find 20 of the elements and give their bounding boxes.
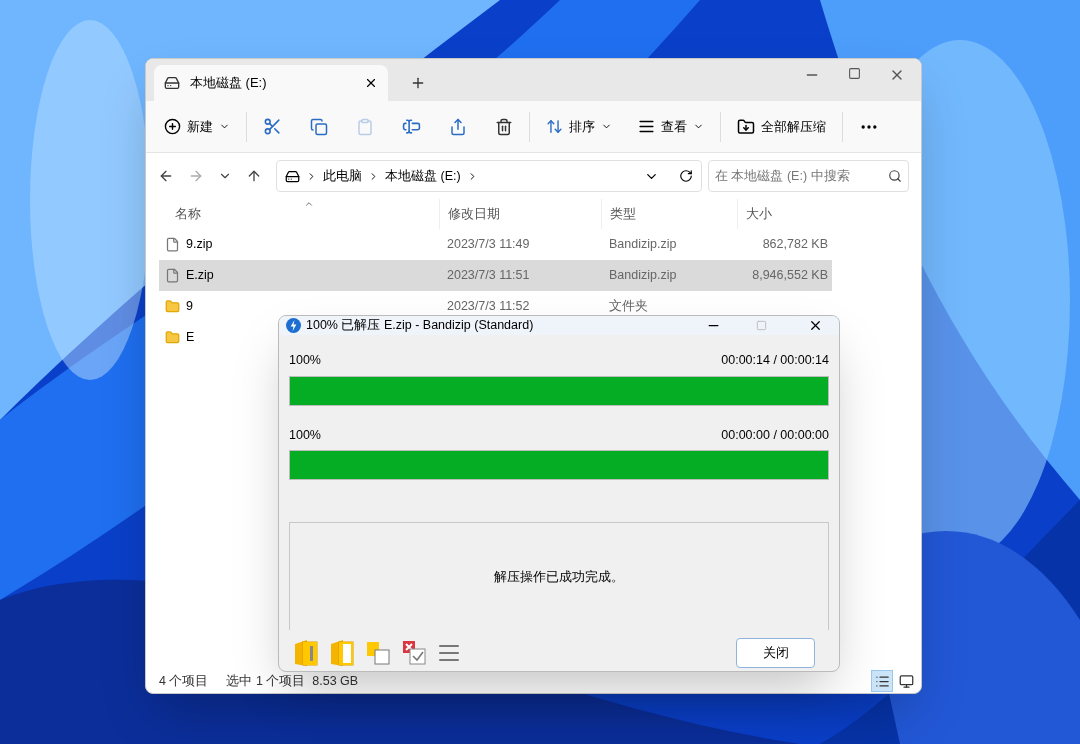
file-type: Bandizip.zip [609, 237, 677, 252]
file-name: 9.zip [186, 236, 213, 254]
file-type: 文件夹 [609, 299, 648, 314]
file-type: Bandizip.zip [609, 268, 677, 283]
progress-percent: 100% [289, 426, 321, 444]
modified-date: 2023/7/3 11:51 [447, 268, 530, 283]
file-size: 8,946,552 KB [752, 268, 828, 283]
status-message: 解压操作已成功完成。 [494, 568, 624, 586]
item-count: 4 个项目 [159, 672, 209, 690]
modified-date: 2023/7/3 11:52 [447, 299, 530, 314]
file-name: E [186, 329, 195, 347]
dialog-title: 100% 已解压 E.zip - Bandizip (Standard) [306, 317, 535, 334]
elapsed-time: 00:00:00 / 00:00:00 [721, 426, 829, 444]
modified-date: 2023/7/3 11:49 [447, 237, 530, 252]
file-name: E.zip [186, 267, 214, 285]
file-size: 862,782 KB [762, 237, 828, 252]
file-name: 9 [186, 298, 193, 316]
selection-info: 选中 1 个项目 8.53 GB [226, 672, 359, 690]
elapsed-time: 00:00:14 / 00:00:14 [721, 351, 829, 369]
progress-percent: 100% [289, 351, 321, 369]
